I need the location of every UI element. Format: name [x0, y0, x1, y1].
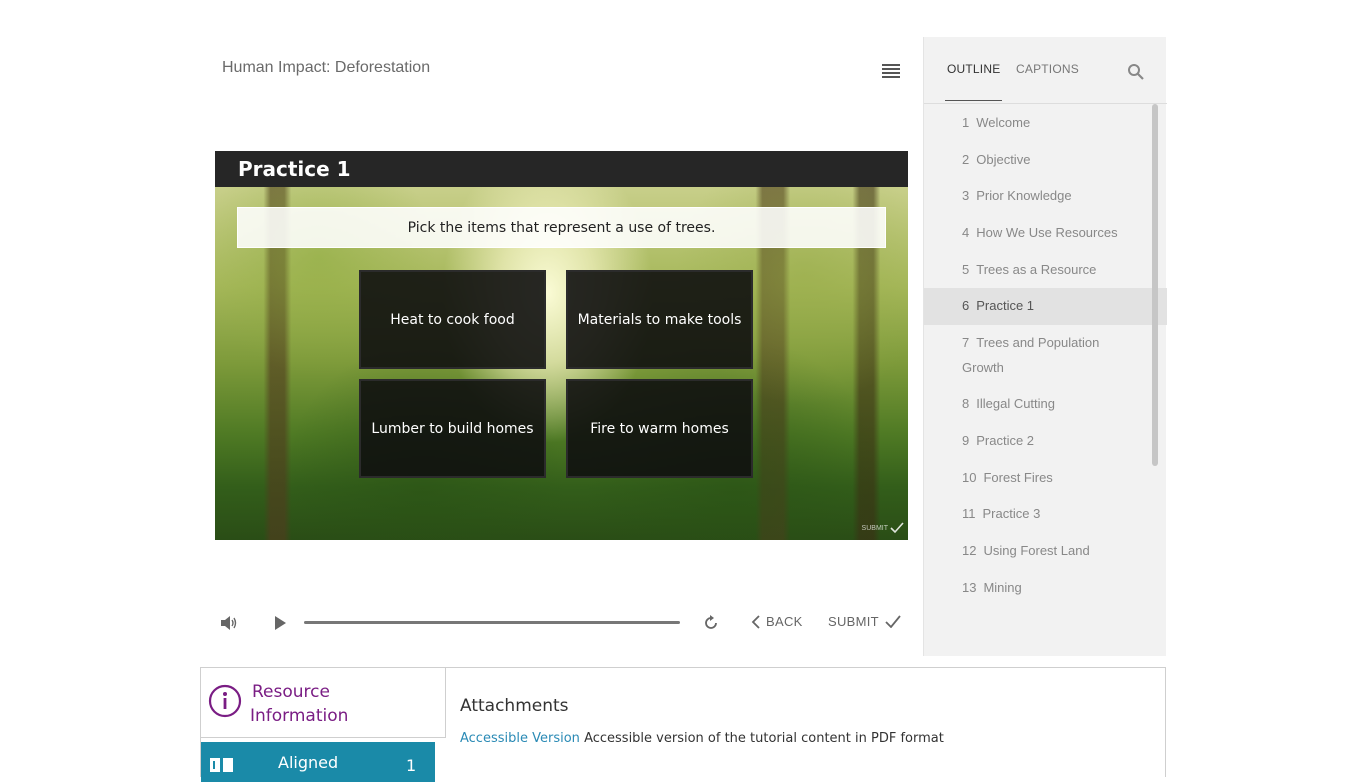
- outline-item-label: Trees and Population Growth: [962, 335, 1100, 375]
- outline-item-label: Prior Knowledge: [976, 188, 1072, 204]
- resource-panel: Resource Information Aligned 1 Attachmen…: [200, 667, 1166, 782]
- outline-item-label: Mining: [983, 579, 1022, 595]
- outline-item-label: Practice 3: [982, 506, 1041, 522]
- outline-item-number: 4: [962, 225, 970, 241]
- outline-list: 1 Welcome 2 Objective 3 Prior Knowledge 4 Ho…: [924, 115, 1167, 607]
- outline-item-practice-2[interactable]: 9 Practice 2: [924, 423, 1167, 460]
- outline-item-welcome[interactable]: 1 Welcome: [924, 105, 1167, 142]
- choice-button[interactable]: Lumber to build homes: [359, 379, 546, 478]
- slide-submit-button[interactable]: SUBMIT: [862, 522, 904, 534]
- aligned-count: 1: [406, 756, 417, 775]
- sidebar: OUTLINE CAPTIONS 1 Welcome 2 Objective 3 Pr…: [923, 37, 1167, 656]
- info-icon: [208, 684, 242, 718]
- resource-information-tab[interactable]: Resource Information: [201, 668, 446, 738]
- outline-item-number: 1: [962, 115, 970, 130]
- resource-label-line: Resource: [252, 682, 330, 702]
- replay-icon[interactable]: [702, 614, 720, 632]
- outline-item-forest-fires[interactable]: 10 Forest Fires: [924, 460, 1167, 497]
- outline-item-number: 11: [962, 506, 976, 522]
- attachment-description: Accessible version of the tutorial conte…: [584, 731, 944, 746]
- hamburger-menu-icon[interactable]: [882, 64, 900, 78]
- outline-item-practice-3[interactable]: 11 Practice 3: [924, 496, 1167, 533]
- volume-icon[interactable]: [220, 615, 238, 631]
- outline-item-practice-1[interactable]: 6 Practice 1: [924, 288, 1167, 326]
- back-label: BACK: [766, 614, 803, 629]
- outline-item-label: Illegal Cutting: [976, 396, 1056, 412]
- outline-item-number: 2: [962, 151, 970, 167]
- outline-item-objective[interactable]: 2 Objective: [924, 142, 1167, 179]
- outline-item-label: Practice 1: [976, 298, 1035, 314]
- outline-item-trees-and-population-growth[interactable]: 7 Trees and Population Growth: [924, 325, 1167, 386]
- question-prompt: Pick the items that represent a use of t…: [237, 207, 886, 248]
- attachments-heading: Attachments: [460, 696, 569, 716]
- outline-item-number: 13: [962, 579, 977, 595]
- chevron-left-icon: [751, 614, 760, 629]
- outline-item-number: 12: [962, 542, 977, 558]
- outline-item-label: Trees as a Resource: [976, 261, 1097, 277]
- submit-button[interactable]: SUBMIT: [828, 614, 901, 629]
- outline-item-number: 3: [962, 188, 970, 204]
- slide-submit-label: SUBMIT: [861, 524, 888, 532]
- submit-label: SUBMIT: [828, 614, 879, 629]
- outline-item-mining[interactable]: 13 Mining: [924, 570, 1167, 607]
- book-icon: [210, 758, 233, 772]
- outline-item-label: Using Forest Land: [983, 542, 1090, 558]
- choice-button[interactable]: Fire to warm homes: [566, 379, 753, 478]
- tab-outline[interactable]: OUTLINE: [947, 62, 1000, 76]
- outline-item-prior-knowledge[interactable]: 3 Prior Knowledge: [924, 178, 1167, 215]
- tutorial-title: Human Impact: Deforestation: [222, 59, 431, 76]
- play-icon[interactable]: [273, 615, 287, 631]
- outline-item-label: Practice 2: [976, 432, 1035, 448]
- aligned-label: Aligned: [278, 753, 339, 772]
- tutorial-player: Human Impact: Deforestation Practice 1 P…: [200, 37, 1167, 656]
- outline-item-number: 5: [962, 261, 970, 277]
- outline-item-label: How We Use Resources: [976, 225, 1118, 241]
- tab-captions[interactable]: CAPTIONS: [1016, 62, 1079, 76]
- back-button[interactable]: BACK: [751, 614, 803, 629]
- seek-bar[interactable]: [304, 621, 680, 624]
- resource-label-line: Information: [250, 706, 349, 726]
- outline-item-number: 6: [962, 298, 970, 314]
- outline-item-number: 8: [962, 396, 970, 412]
- outline-item-how-we-use-resources[interactable]: 4 How We Use Resources: [924, 215, 1167, 252]
- choice-button[interactable]: Heat to cook food: [359, 270, 546, 369]
- outline-item-using-forest-land[interactable]: 12 Using Forest Land: [924, 533, 1167, 570]
- resource-information-label: Resource Information: [250, 680, 348, 728]
- search-icon[interactable]: [1127, 63, 1145, 81]
- slide-header: Practice 1: [215, 151, 908, 187]
- check-icon: [890, 522, 904, 534]
- outline-item-label: Welcome: [976, 115, 1031, 130]
- choice-button[interactable]: Materials to make tools: [566, 270, 753, 369]
- outline-item-illegal-cutting[interactable]: 8 Illegal Cutting: [924, 386, 1167, 423]
- outline-item-trees-as-a-resource[interactable]: 5 Trees as a Resource: [924, 252, 1167, 289]
- accessible-version-link[interactable]: Accessible Version: [460, 731, 580, 746]
- slide-canvas: Practice 1 Pick the items that represent…: [215, 151, 908, 540]
- outline-item-number: 9: [962, 432, 970, 448]
- attachment-row: Accessible Version Accessible version of…: [460, 731, 944, 746]
- outline-item-number: 7: [962, 335, 970, 351]
- aligned-tab[interactable]: Aligned 1: [201, 742, 435, 782]
- playback-controls: BACK SUBMIT: [215, 609, 908, 637]
- outline-scrollbar[interactable]: [1152, 104, 1158, 466]
- outline-item-label: Objective: [976, 151, 1031, 167]
- active-tab-indicator: [945, 100, 1002, 101]
- outline-item-label: Forest Fires: [983, 469, 1053, 485]
- outline-item-number: 10: [962, 469, 977, 485]
- sidebar-tabs: OUTLINE CAPTIONS: [924, 37, 1167, 104]
- check-icon: [885, 615, 901, 628]
